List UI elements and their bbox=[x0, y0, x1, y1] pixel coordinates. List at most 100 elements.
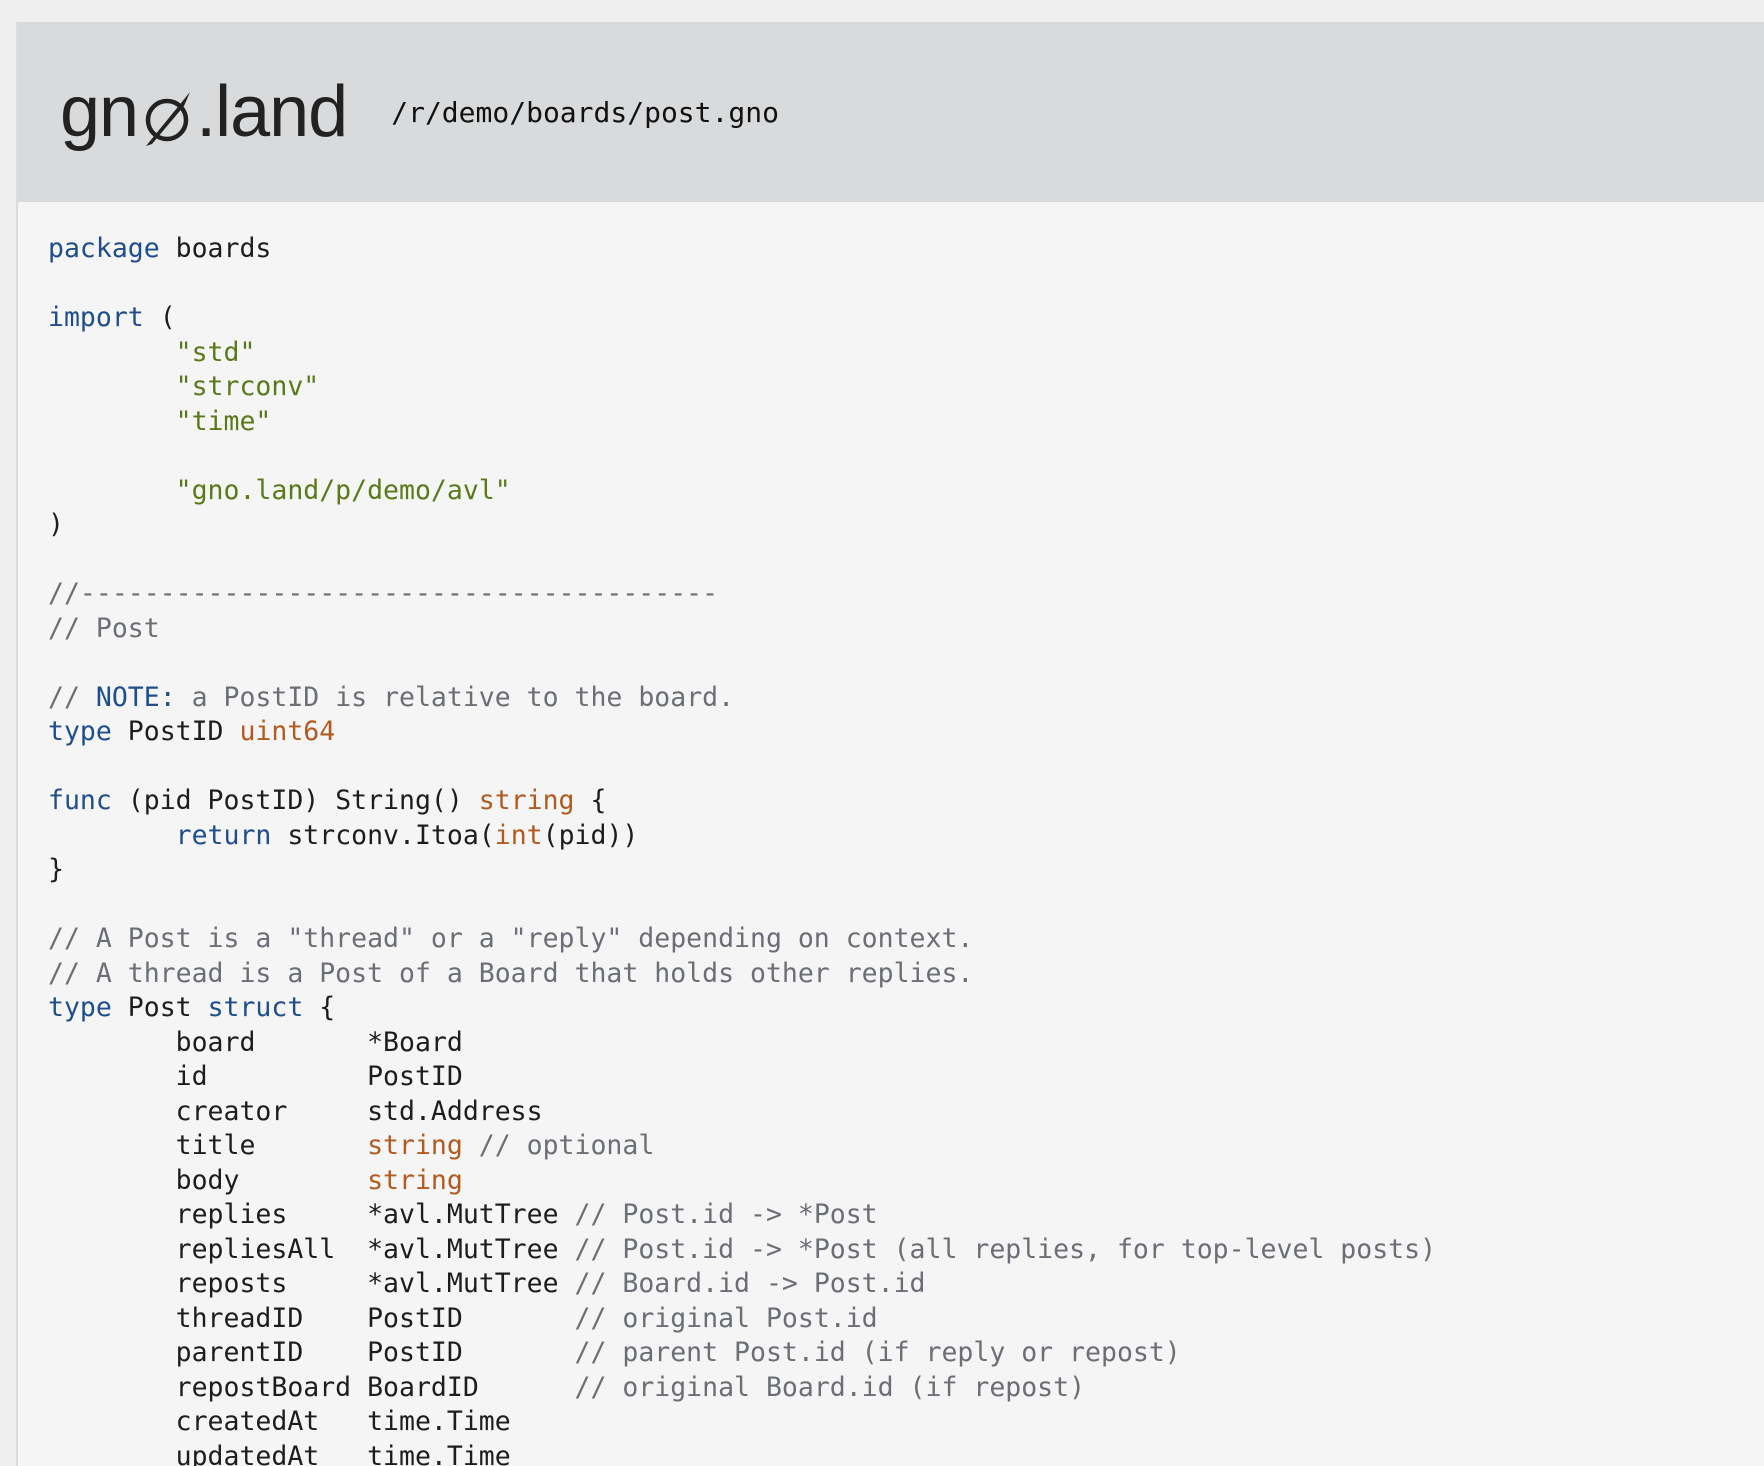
code-token: // Post.id -> *Post (all replies, for to… bbox=[574, 1233, 1437, 1265]
page-frame: gn .land /r/demo/boards/post.gno package… bbox=[16, 22, 1764, 1466]
code-token: uint64 bbox=[239, 716, 336, 747]
code-line: //--------------------------------------… bbox=[48, 577, 1764, 612]
code-line: board *Board bbox=[48, 1026, 1764, 1061]
code-token: ) bbox=[48, 509, 64, 540]
code-token: (pid)) bbox=[542, 819, 639, 851]
code-token: repostBoard BoardID bbox=[48, 1371, 575, 1403]
code-line: "time" bbox=[48, 405, 1764, 440]
code-line: body string bbox=[48, 1164, 1764, 1199]
code-line: } bbox=[48, 853, 1764, 888]
code-token: { bbox=[303, 992, 336, 1023]
code-line: creator std.Address bbox=[48, 1095, 1764, 1130]
code-line: repostBoard BoardID // original Board.id… bbox=[48, 1371, 1764, 1406]
code-token: type bbox=[48, 992, 112, 1023]
code-token: parentID PostID bbox=[48, 1337, 575, 1368]
code-token: struct bbox=[207, 992, 304, 1023]
code-line: replies *avl.MutTree // Post.id -> *Post bbox=[48, 1198, 1764, 1233]
code-token: // bbox=[48, 681, 96, 713]
code-line: createdAt time.Time bbox=[48, 1405, 1764, 1440]
code-line: return strconv.Itoa(int(pid)) bbox=[48, 819, 1764, 854]
code-line: parentID PostID // parent Post.id (if re… bbox=[48, 1336, 1764, 1371]
code-token: // optional bbox=[462, 1130, 655, 1161]
logo-text-right: .land bbox=[196, 72, 348, 152]
code-token: threadID PostID bbox=[48, 1302, 575, 1334]
logo-text-left: gn bbox=[60, 72, 139, 152]
code-token: type bbox=[48, 716, 112, 747]
code-token: // Post.id -> *Post bbox=[574, 1199, 878, 1230]
code-token: board *Board bbox=[48, 1026, 463, 1058]
code-token: repliesAll *avl.MutTree bbox=[48, 1233, 575, 1265]
code-token: // original Board.id (if repost) bbox=[574, 1371, 1086, 1403]
header-bar: gn .land /r/demo/boards/post.gno bbox=[18, 22, 1764, 202]
code-token: { bbox=[574, 785, 607, 816]
code-token: func bbox=[48, 785, 112, 816]
code-token: (pid PostID) String() bbox=[111, 785, 479, 816]
code-token: a PostID is relative to the board. bbox=[175, 681, 735, 713]
code-line: func (pid PostID) String() string { bbox=[48, 784, 1764, 819]
code-line: ) bbox=[48, 508, 1764, 543]
code-token: string bbox=[367, 1164, 463, 1196]
code-token: id PostID bbox=[48, 1061, 463, 1092]
code-token: string bbox=[478, 785, 575, 816]
gnoland-logo[interactable]: gn .land bbox=[60, 72, 348, 152]
code-token: //--------------------------------------… bbox=[48, 578, 719, 609]
code-token: } bbox=[48, 854, 64, 885]
source-code-block: package boards import ( "std" "strconv" "… bbox=[18, 202, 1764, 1466]
code-token: // original Post.id bbox=[574, 1302, 878, 1334]
code-line: type PostID uint64 bbox=[48, 715, 1764, 750]
code-token: boards bbox=[159, 233, 272, 264]
code-token: "std" bbox=[175, 336, 256, 368]
code-token: string bbox=[367, 1130, 463, 1161]
code-line: "std" bbox=[48, 336, 1764, 371]
code-token: creator std.Address bbox=[48, 1095, 543, 1127]
code-token: "time" bbox=[175, 405, 272, 437]
code-line: type Post struct { bbox=[48, 991, 1764, 1026]
code-token: body bbox=[48, 1164, 368, 1196]
code-token: // Post bbox=[48, 612, 160, 644]
code-token: // Board.id -> Post.id bbox=[574, 1268, 926, 1299]
code-token: NOTE: bbox=[95, 681, 176, 713]
code-token: // A Post is a "thread" or a "reply" dep… bbox=[48, 923, 974, 954]
code-token: updatedAt time.Time bbox=[48, 1440, 511, 1466]
code-token: return bbox=[175, 819, 272, 851]
code-line: reposts *avl.MutTree // Board.id -> Post… bbox=[48, 1267, 1764, 1302]
code-token: title bbox=[48, 1130, 368, 1161]
code-token: "strconv" bbox=[175, 371, 320, 402]
code-line: "strconv" bbox=[48, 370, 1764, 405]
code-token: int bbox=[494, 819, 543, 851]
code-line: import ( bbox=[48, 301, 1764, 336]
code-token: PostID bbox=[111, 716, 240, 747]
code-token: reposts *avl.MutTree bbox=[48, 1268, 575, 1299]
code-line: repliesAll *avl.MutTree // Post.id -> *P… bbox=[48, 1233, 1764, 1268]
code-token: createdAt time.Time bbox=[48, 1406, 511, 1437]
code-line: id PostID bbox=[48, 1060, 1764, 1095]
code-token: "gno.land/p/demo/avl" bbox=[175, 474, 511, 506]
code-token: Post bbox=[111, 992, 208, 1023]
code-line: // A Post is a "thread" or a "reply" dep… bbox=[48, 922, 1764, 957]
code-line: updatedAt time.Time bbox=[48, 1440, 1764, 1466]
code-line: threadID PostID // original Post.id bbox=[48, 1302, 1764, 1337]
code-line: title string // optional bbox=[48, 1129, 1764, 1164]
code-line: // A thread is a Post of a Board that ho… bbox=[48, 957, 1764, 992]
code-token: package bbox=[48, 233, 160, 264]
code-token: // A thread is a Post of a Board that ho… bbox=[48, 957, 974, 989]
code-token: import bbox=[48, 302, 144, 333]
code-line: package boards bbox=[48, 232, 1764, 267]
file-path-breadcrumb[interactable]: /r/demo/boards/post.gno bbox=[391, 96, 779, 129]
code-token: ( bbox=[143, 302, 176, 333]
code-token: strconv.Itoa( bbox=[271, 819, 495, 851]
code-line: "gno.land/p/demo/avl" bbox=[48, 474, 1764, 509]
code-token: // parent Post.id (if reply or repost) bbox=[574, 1337, 1181, 1368]
code-line: // NOTE: a PostID is relative to the boa… bbox=[48, 681, 1764, 716]
